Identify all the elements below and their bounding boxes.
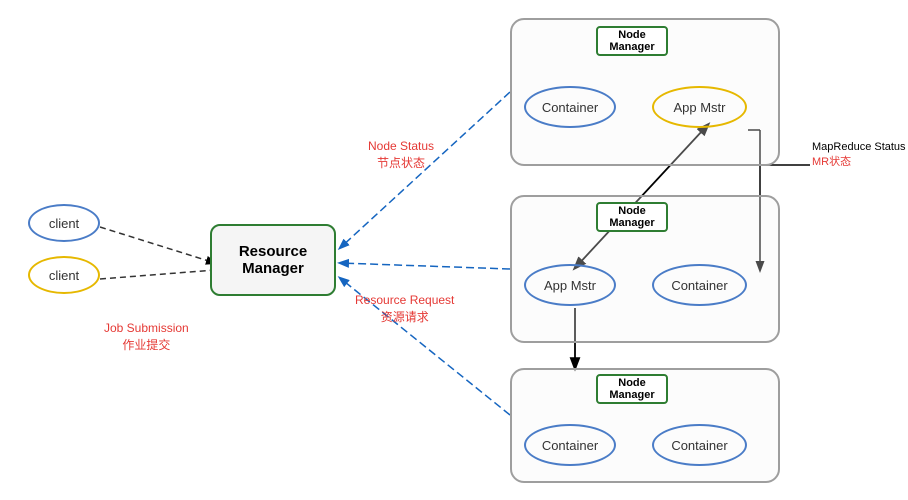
container-bot-right: Container (652, 424, 747, 466)
diagram: Node Manager Node Manager Node Manager c… (0, 0, 908, 500)
app-mstr-top-right: App Mstr (652, 86, 747, 128)
resource-manager-box: ResourceManager (210, 224, 336, 296)
node-manager-bot: Node Manager (596, 374, 668, 404)
resource-request-label: Resource Request 资源请求 (355, 292, 454, 326)
node-manager-mid: Node Manager (596, 202, 668, 232)
client2: client (28, 256, 100, 294)
node-status-label: Node Status 节点状态 (368, 138, 434, 172)
app-mstr-mid-left: App Mstr (524, 264, 616, 306)
node-manager-top: Node Manager (596, 26, 668, 56)
client1: client (28, 204, 100, 242)
container-top-left: Container (524, 86, 616, 128)
mapreduce-status-label: MapReduce Status MR状态 (812, 140, 906, 171)
container-bot-left: Container (524, 424, 616, 466)
resource-manager-label: ResourceManager (239, 243, 307, 277)
job-submission-label: Job Submission 作业提交 (104, 320, 189, 354)
container-mid-right: Container (652, 264, 747, 306)
